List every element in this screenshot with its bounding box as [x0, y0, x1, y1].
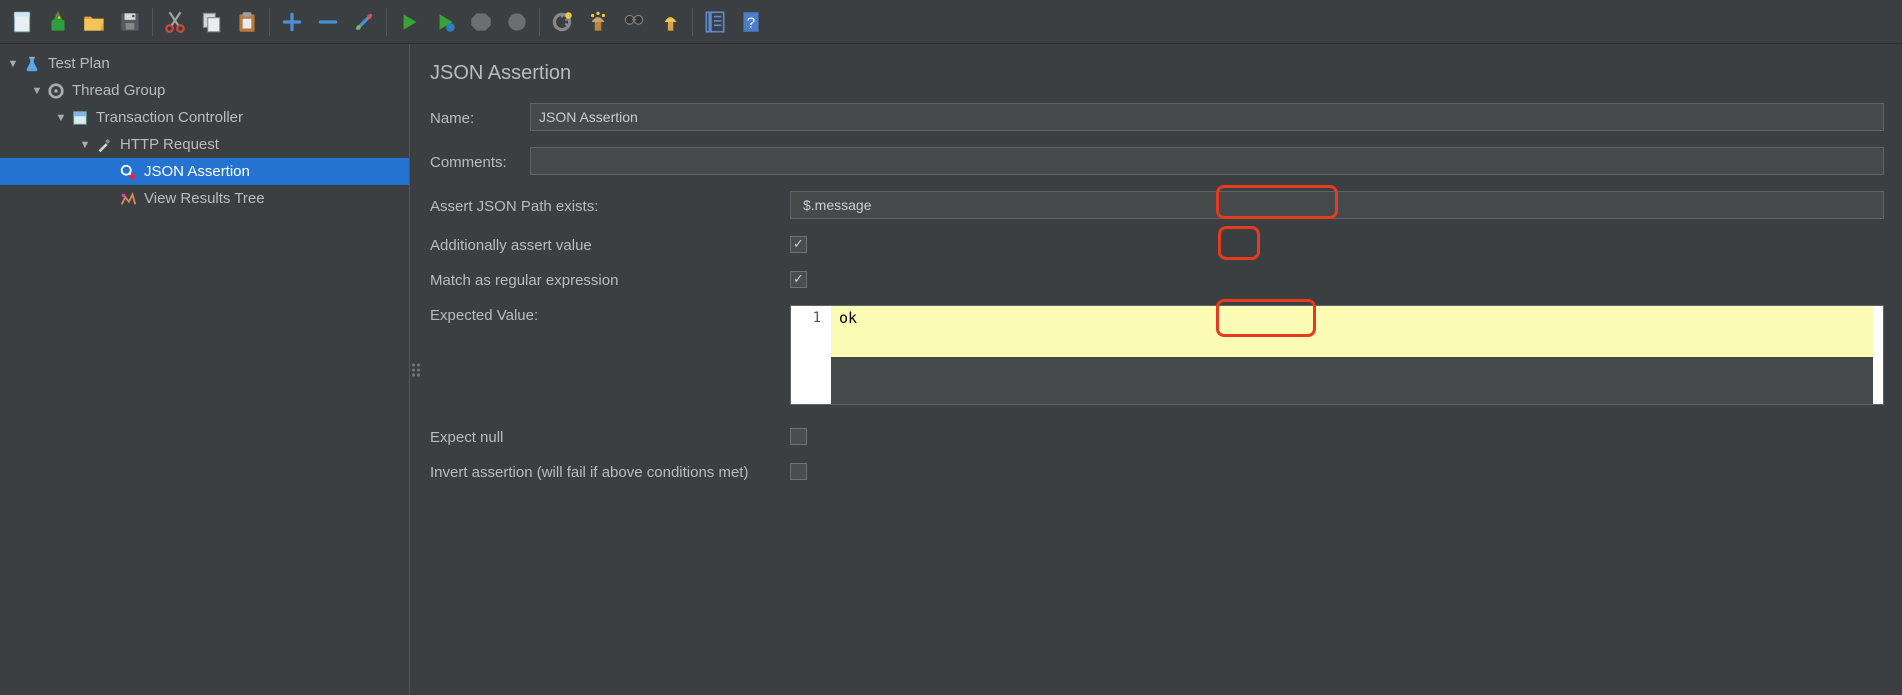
new-template-button[interactable] [40, 4, 76, 40]
json-path-label: Assert JSON Path exists: [430, 196, 790, 215]
comments-input[interactable] [530, 147, 1884, 175]
comments-label: Comments: [430, 152, 530, 171]
cut-button[interactable] [157, 4, 193, 40]
tree-label: HTTP Request [120, 136, 219, 153]
controller-icon [70, 108, 90, 128]
panel-resize-grip[interactable] [412, 363, 420, 376]
function-helper-button[interactable] [697, 4, 733, 40]
flask-icon [22, 54, 42, 74]
search-button[interactable] [616, 4, 652, 40]
json-path-input[interactable] [790, 191, 1884, 219]
tree-label: Transaction Controller [96, 109, 243, 126]
copy-button[interactable] [193, 4, 229, 40]
tree-node-test-plan[interactable]: ▼ Test Plan [0, 50, 409, 77]
toolbar-separator [269, 8, 270, 36]
expect-null-label: Expect null [430, 427, 790, 446]
toolbar-separator [539, 8, 540, 36]
start-button[interactable] [391, 4, 427, 40]
test-plan-tree[interactable]: ▼ Test Plan ▼ Thread Group ▼ Transaction… [0, 44, 410, 695]
regex-checkbox[interactable] [790, 271, 807, 288]
stop-button[interactable] [463, 4, 499, 40]
expected-value-editor[interactable]: 1 ok [790, 305, 1884, 405]
tree-label: Thread Group [72, 82, 165, 99]
invert-checkbox[interactable] [790, 463, 807, 480]
toolbar: ? [0, 0, 1902, 44]
tree-label: View Results Tree [144, 190, 265, 207]
expected-value-label: Expected Value: [430, 305, 790, 324]
tree-node-transaction-controller[interactable]: ▼ Transaction Controller [0, 104, 409, 131]
tree-node-thread-group[interactable]: ▼ Thread Group [0, 77, 409, 104]
save-button[interactable] [112, 4, 148, 40]
tree-node-view-results-tree[interactable]: View Results Tree [0, 185, 409, 212]
collapse-button[interactable] [310, 4, 346, 40]
tree-node-json-assertion[interactable]: JSON Assertion [0, 158, 409, 185]
reset-search-button[interactable] [652, 4, 688, 40]
expect-null-checkbox[interactable] [790, 428, 807, 445]
help-button[interactable]: ? [733, 4, 769, 40]
clear-button[interactable] [544, 4, 580, 40]
start-no-pause-button[interactable] [427, 4, 463, 40]
assert-value-label: Additionally assert value [430, 235, 790, 254]
clear-all-button[interactable] [580, 4, 616, 40]
toolbar-separator [152, 8, 153, 36]
collapse-arrow-icon[interactable]: ▼ [4, 58, 22, 70]
tree-label: JSON Assertion [144, 163, 250, 180]
editor-scrollbar[interactable] [1873, 306, 1883, 404]
annotation-highlight [1218, 226, 1260, 260]
toolbar-separator [692, 8, 693, 36]
toolbar-separator [386, 8, 387, 36]
invert-label: Invert assertion (will fail if above con… [430, 462, 790, 481]
paste-button[interactable] [229, 4, 265, 40]
element-editor-panel: JSON Assertion Name: Comments: Assert JS… [410, 44, 1902, 695]
gear-icon [46, 81, 66, 101]
tree-label: Test Plan [48, 55, 110, 72]
name-input[interactable] [530, 103, 1884, 131]
shutdown-button[interactable] [499, 4, 535, 40]
collapse-arrow-icon[interactable]: ▼ [28, 85, 46, 97]
results-tree-icon [118, 189, 138, 209]
regex-label: Match as regular expression [430, 270, 790, 289]
assert-value-checkbox[interactable] [790, 236, 807, 253]
collapse-arrow-icon[interactable]: ▼ [52, 112, 70, 124]
editor-line[interactable]: ok [831, 306, 1873, 357]
assertion-icon [118, 162, 138, 182]
toggle-button[interactable] [346, 4, 382, 40]
name-label: Name: [430, 108, 530, 127]
new-file-button[interactable] [4, 4, 40, 40]
dropper-icon [94, 135, 114, 155]
expand-button[interactable] [274, 4, 310, 40]
panel-title: JSON Assertion [430, 62, 1884, 85]
open-button[interactable] [76, 4, 112, 40]
tree-node-http-request[interactable]: ▼ HTTP Request [0, 131, 409, 158]
editor-gutter: 1 [791, 306, 831, 404]
svg-text:?: ? [747, 14, 755, 31]
editor-body[interactable] [831, 357, 1873, 404]
collapse-arrow-icon[interactable]: ▼ [76, 139, 94, 151]
